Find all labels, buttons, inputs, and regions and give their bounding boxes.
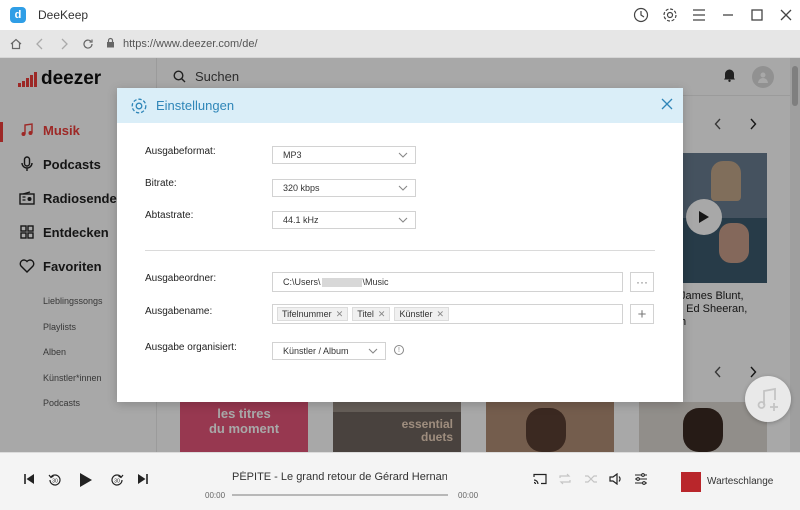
equalizer-icon[interactable] bbox=[634, 473, 648, 485]
menu-icon[interactable] bbox=[684, 0, 713, 30]
add-music-button[interactable] bbox=[745, 376, 791, 422]
player-bar: 30 30 PÉPITE - Le grand retour de Gérard… bbox=[0, 452, 800, 510]
add-tag-label: + bbox=[637, 305, 647, 323]
maximize-icon[interactable] bbox=[742, 0, 771, 30]
browser-bar: https://www.deezer.com/de/ bbox=[0, 30, 800, 58]
samplerate-select[interactable]: 44.1 kHz bbox=[272, 211, 416, 229]
browse-folder-button[interactable]: ··· bbox=[630, 272, 654, 292]
organize-select[interactable]: Künstler / Album bbox=[272, 342, 386, 360]
time-total: 00:00 bbox=[458, 491, 479, 500]
volume-icon[interactable] bbox=[609, 473, 623, 485]
chevron-down-icon bbox=[398, 182, 408, 196]
chip-label: Tifelnummer bbox=[282, 309, 332, 319]
samplerate-value: 44.1 kHz bbox=[283, 215, 319, 225]
settings-dialog: Einstellungen Ausgabeformat: MP3 Bitrate… bbox=[117, 88, 683, 402]
minimize-icon[interactable] bbox=[713, 0, 742, 30]
name-tag-chip: Titel ✕ bbox=[352, 307, 391, 321]
chip-label: Titel bbox=[357, 309, 374, 319]
svg-text:30: 30 bbox=[52, 479, 58, 485]
bitrate-label: Bitrate: bbox=[145, 178, 177, 189]
name-tag-chip: Künstler ✕ bbox=[394, 307, 450, 321]
samplerate-label: Abtastrate: bbox=[145, 210, 194, 221]
name-tag-chip: Tifelnummer ✕ bbox=[277, 307, 349, 321]
queue-thumbnail[interactable] bbox=[681, 472, 701, 492]
settings-gear-icon bbox=[130, 97, 148, 115]
chip-label: Künstler bbox=[399, 309, 433, 319]
chip-remove-icon[interactable]: ✕ bbox=[336, 309, 344, 320]
next-track-icon[interactable] bbox=[137, 473, 149, 485]
lock-icon bbox=[106, 37, 115, 51]
repeat-icon[interactable] bbox=[558, 473, 572, 485]
info-icon[interactable]: ! bbox=[394, 345, 404, 355]
bitrate-value: 320 kbps bbox=[283, 183, 320, 193]
format-value: MP3 bbox=[283, 150, 302, 160]
address-bar[interactable]: https://www.deezer.com/de/ bbox=[106, 37, 258, 51]
format-select[interactable]: MP3 bbox=[272, 146, 416, 164]
music-add-icon bbox=[757, 387, 778, 411]
home-icon[interactable] bbox=[4, 30, 28, 58]
output-folder-label: Ausgabeordner: bbox=[145, 273, 217, 284]
dialog-header: Einstellungen bbox=[117, 88, 683, 123]
play-pause-icon[interactable] bbox=[79, 472, 93, 488]
title-bar: d DeeKeep bbox=[0, 0, 800, 30]
url-text: https://www.deezer.com/de/ bbox=[123, 37, 258, 50]
reload-icon[interactable] bbox=[76, 30, 100, 58]
organize-label: Ausgabe organisiert: bbox=[145, 342, 237, 353]
progress-bar[interactable] bbox=[232, 494, 448, 496]
forward-icon[interactable] bbox=[52, 30, 76, 58]
history-icon[interactable] bbox=[626, 0, 655, 30]
close-icon[interactable] bbox=[771, 0, 800, 30]
chevron-down-icon bbox=[398, 149, 408, 163]
bitrate-select[interactable]: 320 kbps bbox=[272, 179, 416, 197]
folder-path-prefix: C:\Users\ bbox=[283, 277, 321, 287]
chevron-down-icon bbox=[368, 345, 378, 359]
previous-track-icon[interactable] bbox=[23, 473, 35, 485]
browse-button-label: ··· bbox=[636, 275, 648, 289]
format-label: Ausgabeformat: bbox=[145, 146, 216, 157]
output-name-field[interactable]: Tifelnummer ✕ Titel ✕ Künstler ✕ bbox=[272, 304, 623, 324]
svg-text:30: 30 bbox=[114, 479, 120, 485]
queue-label[interactable]: Warteschlange bbox=[707, 476, 773, 487]
output-folder-field[interactable]: C:\Users\ \Music bbox=[272, 272, 623, 292]
forward-30-icon[interactable]: 30 bbox=[110, 473, 124, 487]
current-track-title: PÉPITE - Le grand retour de Gérard Herna… bbox=[232, 471, 447, 483]
chip-remove-icon[interactable]: ✕ bbox=[436, 309, 444, 320]
output-name-label: Ausgabename: bbox=[145, 306, 213, 317]
folder-path-suffix: \Music bbox=[362, 277, 389, 287]
redacted-username bbox=[321, 277, 362, 287]
window-title: DeeKeep bbox=[38, 8, 89, 22]
chevron-down-icon bbox=[398, 214, 408, 228]
dialog-close-icon[interactable] bbox=[661, 98, 673, 113]
chip-remove-icon[interactable]: ✕ bbox=[378, 309, 386, 320]
app-logo-icon: d bbox=[10, 7, 26, 23]
cast-icon[interactable] bbox=[533, 473, 547, 485]
rewind-30-icon[interactable]: 30 bbox=[48, 473, 62, 487]
shuffle-icon[interactable] bbox=[584, 473, 598, 485]
settings-gear-icon[interactable] bbox=[655, 0, 684, 30]
window-controls bbox=[626, 0, 800, 30]
time-elapsed: 00:00 bbox=[205, 491, 226, 500]
dialog-title: Einstellungen bbox=[156, 98, 235, 113]
organize-value: Künstler / Album bbox=[283, 346, 349, 356]
divider bbox=[145, 250, 655, 251]
back-icon[interactable] bbox=[28, 30, 52, 58]
add-name-tag-button[interactable]: + bbox=[630, 304, 654, 324]
